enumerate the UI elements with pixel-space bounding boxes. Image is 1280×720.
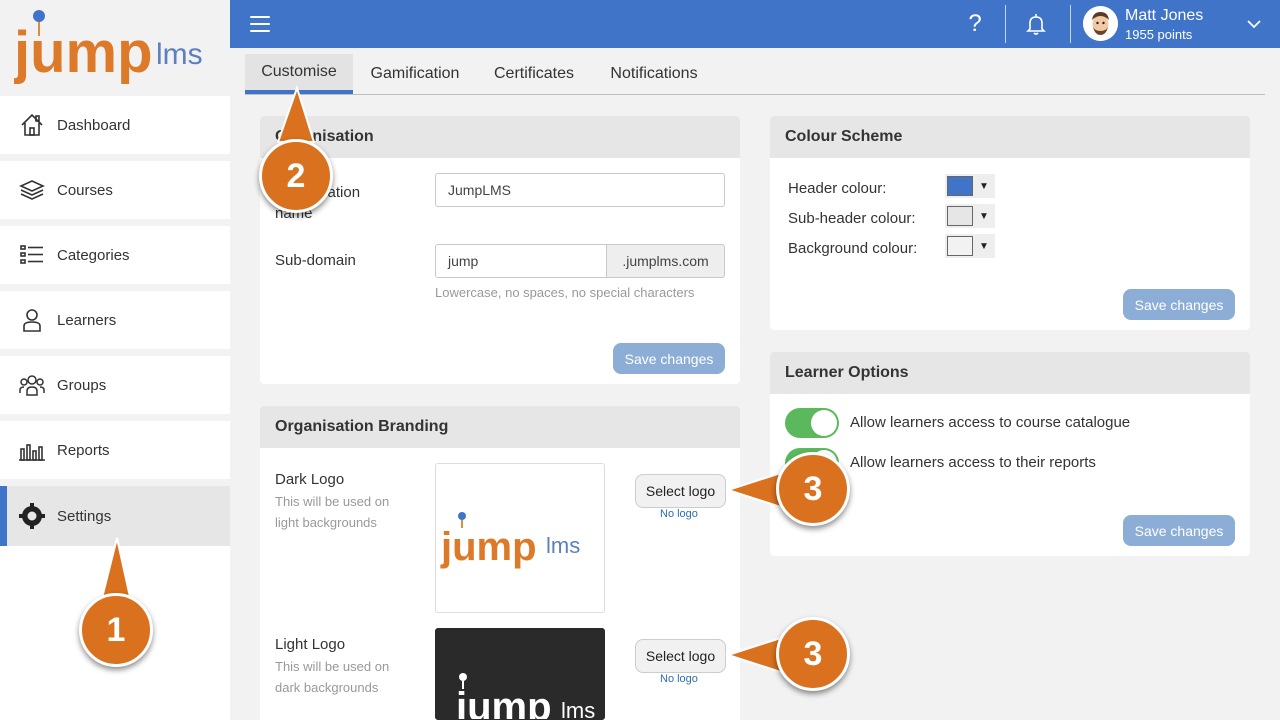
step-callout-3: 3 xyxy=(776,452,850,526)
step-callout-2: 2 xyxy=(259,139,333,213)
callout-pointers xyxy=(98,84,791,677)
callout-pointer xyxy=(276,84,316,143)
step-callout-3: 3 xyxy=(776,617,850,691)
step-callout-1: 1 xyxy=(79,593,153,667)
